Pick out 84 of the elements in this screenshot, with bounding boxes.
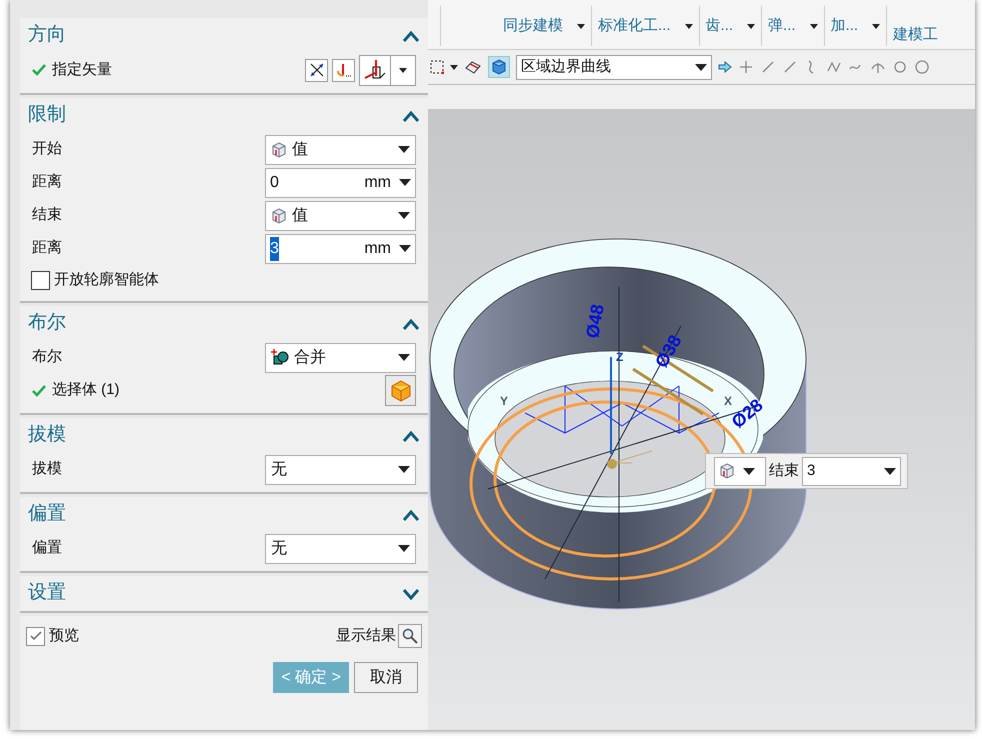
dropdown-caret-icon [398,146,410,153]
checkbox-option[interactable]: 开放轮廓智能体 [20,265,428,295]
dropdown-caret-icon [695,64,707,70]
diagonal-arrows-icon [308,62,324,78]
curve-tool-icon[interactable] [760,59,776,75]
cube-icon [271,142,287,158]
ribbon-group-menu[interactable]: 齿... [706,14,762,38]
curve-tool-icon[interactable] [826,59,842,75]
collapse-chevron-icon[interactable] [402,318,420,330]
section-title: 方向 [28,23,66,48]
solid-body-toggle[interactable] [488,56,510,78]
type-dropdown[interactable] [714,456,766,486]
section-title: 偏置 [28,502,66,526]
cube-icon [271,208,287,224]
ribbon-group-menu[interactable]: 建模工 [893,24,944,46]
dropdown-caret-icon [399,245,411,252]
cube-icon [491,59,507,75]
field-label: 距离 [32,172,62,192]
axis-label: X [724,394,732,408]
ribbon-group-menu[interactable]: 标准化工... [598,14,699,38]
dropdown-caret-icon [743,468,755,474]
curve-tool-icon[interactable] [782,59,798,75]
dropdown-field[interactable]: 值 [265,134,416,164]
eraser-icon[interactable] [464,59,482,75]
field-label: 选择体 (1) [52,380,120,400]
field-label: 结束 [32,205,62,226]
vector-axis-icon [336,62,352,78]
section-title: 设置 [28,581,66,606]
expand-chevron-icon[interactable] [402,588,420,600]
distance-input-field[interactable]: 3 mm [265,234,416,264]
dropdown-field[interactable]: 无 [265,534,416,564]
end-value-field[interactable]: 3 [802,456,901,486]
reverse-direction-button[interactable] [305,58,328,82]
section-title: 限制 [28,103,66,128]
collapse-chevron-icon[interactable] [402,430,420,442]
field-label: 偏置 [32,538,62,558]
cancel-button[interactable]: 取消 [354,662,418,693]
curve-tool-icon[interactable] [914,59,930,75]
curve-rule-dropdown[interactable]: 区域边界曲线 [516,54,712,80]
section-title: 布尔 [28,311,66,336]
collapse-chevron-icon[interactable] [402,110,420,122]
search-icon [402,628,418,644]
field-label: 距离 [32,238,62,258]
selection-rectangle-icon[interactable] [430,60,444,74]
dropdown-caret-icon [398,466,410,473]
ribbon-group-menu[interactable]: 弹... [768,14,824,38]
section-title: 拔模 [28,423,66,448]
field-label: 布尔 [32,347,62,368]
vector-type-dropdown[interactable] [359,54,416,86]
axis-label: Y [500,394,508,408]
dropdown-caret-icon [399,179,411,186]
cube-icon [719,463,735,479]
collapse-chevron-icon[interactable] [402,30,420,42]
dropdown-caret-icon [884,468,896,474]
check-icon [32,64,46,76]
dropdown-field[interactable]: 合并 [265,342,416,372]
collapse-chevron-icon[interactable] [402,508,420,520]
show-result-button[interactable] [398,624,422,648]
ribbon-group-menu[interactable]: 加... [830,14,886,38]
distance-input-field[interactable]: 0 mm [265,168,416,198]
field-label: 指定矢量 [52,60,112,80]
ribbon-group-menu[interactable]: 同步建模 [503,14,591,38]
dropdown-field[interactable]: 值 [265,200,416,230]
diameter-dimension: Ø48 [582,302,608,340]
select-body-button[interactable] [385,375,416,406]
dropdown-caret-icon [398,354,410,361]
dropdown-caret-icon [398,545,410,552]
curve-tool-icon[interactable] [738,59,754,75]
vector-dialog-button[interactable] [332,58,355,82]
show-result-label: 显示结果 [336,626,396,646]
dropdown-caret-icon[interactable] [450,64,458,70]
dropdown-field[interactable]: 无 [265,454,416,484]
preview-checkbox[interactable]: 预览 [26,624,79,648]
field-label: 开始 [32,139,62,160]
unite-icon [271,348,289,366]
check-icon [32,384,46,396]
dropdown-caret-icon [398,212,410,219]
curve-tool-icon[interactable] [892,59,908,75]
end-label: 结束 [769,460,799,481]
dropdown-caret-icon [399,68,407,72]
field-label: 拔模 [32,459,62,480]
box-icon [390,380,412,402]
arrow-right-icon[interactable] [718,61,732,73]
checkmark-icon [30,631,42,641]
